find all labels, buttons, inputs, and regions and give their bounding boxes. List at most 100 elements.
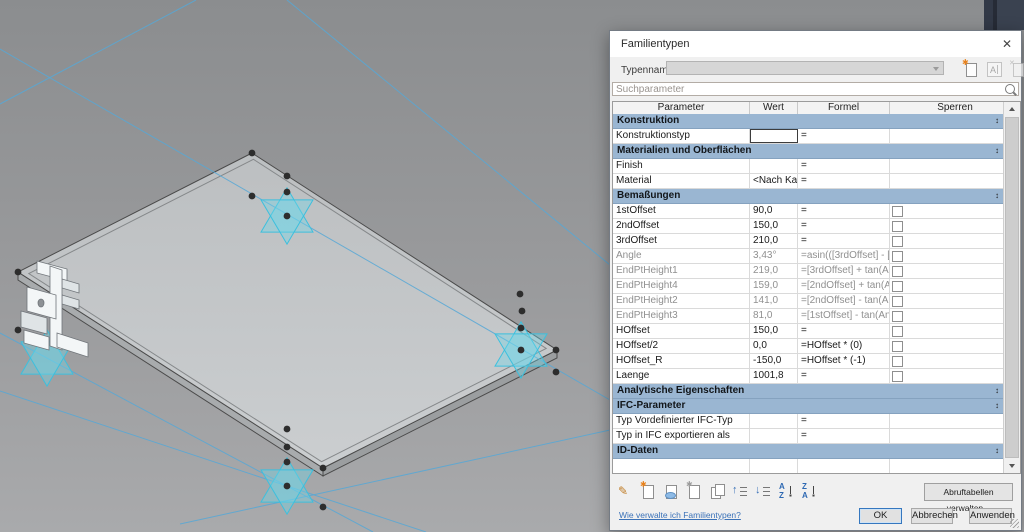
param-value-cell[interactable] (750, 414, 798, 428)
param-value-cell[interactable]: <Nach Ka (750, 174, 798, 188)
param-formula-cell[interactable]: =[3rdOffset] + tan(Angl (798, 264, 890, 278)
import-lookup-table-icon[interactable] (663, 483, 679, 499)
resize-grip[interactable] (1010, 519, 1019, 528)
param-formula-cell[interactable]: = (798, 429, 890, 443)
section-header[interactable]: Materialien und Oberflächen (613, 144, 1003, 159)
apply-button[interactable]: Anwenden (969, 508, 1012, 524)
lock-checkbox[interactable] (892, 206, 903, 217)
scroll-down-button[interactable] (1004, 458, 1020, 473)
table-row[interactable]: EndPtHeight381,0=[1stOffset] - tan(Angle… (613, 309, 1003, 324)
move-down-icon[interactable] (755, 483, 771, 499)
dialog-titlebar[interactable]: Familientypen (610, 31, 1021, 57)
param-value-cell[interactable]: 81,0 (750, 309, 798, 323)
section-collapse-icon[interactable] (995, 115, 999, 127)
section-collapse-icon[interactable] (995, 190, 999, 202)
param-formula-cell[interactable]: = (798, 174, 890, 188)
param-value-cell[interactable] (750, 129, 798, 143)
param-value-cell[interactable]: 159,0 (750, 279, 798, 293)
param-value-cell[interactable]: 1001,8 (750, 369, 798, 383)
typename-combobox[interactable] (666, 61, 944, 75)
param-formula-cell[interactable]: = (798, 369, 890, 383)
param-formula-cell[interactable]: = (798, 129, 890, 143)
table-row[interactable]: EndPtHeight2141,0=[2ndOffset] - tan(Angl… (613, 294, 1003, 309)
cancel-button[interactable]: Abbrechen (911, 508, 953, 524)
lock-checkbox[interactable] (892, 236, 903, 247)
section-collapse-icon[interactable] (995, 400, 999, 412)
param-formula-cell[interactable]: =HOffset * (-1) (798, 354, 890, 368)
lock-checkbox[interactable] (892, 221, 903, 232)
param-value-cell[interactable] (750, 159, 798, 173)
lock-checkbox[interactable] (892, 311, 903, 322)
table-row[interactable] (613, 459, 1003, 473)
sort-descending-icon[interactable] (801, 483, 817, 499)
param-formula-cell[interactable]: =[2ndOffset] + tan(Angl (798, 279, 890, 293)
table-row[interactable]: 2ndOffset150,0= (613, 219, 1003, 234)
lock-checkbox[interactable] (892, 356, 903, 367)
param-formula-cell[interactable]: = (798, 324, 890, 338)
param-formula-cell[interactable]: =[2ndOffset] - tan(Angle (798, 294, 890, 308)
lock-checkbox[interactable] (892, 326, 903, 337)
search-input[interactable]: Suchparameter (612, 82, 1019, 96)
table-row[interactable]: Finish= (613, 159, 1003, 174)
table-row[interactable]: Angle3,43°=asin(([3rdOffset] - [2nd (613, 249, 1003, 264)
param-value-cell[interactable]: -150,0 (750, 354, 798, 368)
new-type-button[interactable] (962, 61, 977, 76)
param-formula-cell[interactable]: = (798, 219, 890, 233)
lock-checkbox[interactable] (892, 296, 903, 307)
table-row[interactable]: HOffset_R-150,0=HOffset * (-1) (613, 354, 1003, 369)
param-formula-cell[interactable]: = (798, 234, 890, 248)
param-formula-cell[interactable]: =HOffset * (0) (798, 339, 890, 353)
delete-type-button[interactable] (1009, 61, 1024, 76)
section-header[interactable]: Analytische Eigenschaften (613, 384, 1003, 399)
param-formula-cell[interactable]: =asin(([3rdOffset] - [2nd (798, 249, 890, 263)
table-row[interactable]: EndPtHeight1219,0=[3rdOffset] + tan(Angl (613, 264, 1003, 279)
param-value-cell[interactable]: 210,0 (750, 234, 798, 248)
edit-parameter-icon[interactable] (617, 483, 633, 499)
table-row[interactable]: HOffset150,0= (613, 324, 1003, 339)
param-formula-cell[interactable] (798, 459, 890, 473)
help-link[interactable]: Wie verwalte ich Familientypen? (619, 510, 741, 520)
param-value-cell[interactable] (750, 459, 798, 473)
param-value-cell[interactable]: 150,0 (750, 219, 798, 233)
table-row[interactable]: Laenge1001,8= (613, 369, 1003, 384)
table-row[interactable]: HOffset/20,0=HOffset * (0) (613, 339, 1003, 354)
section-header[interactable]: Konstruktion (613, 114, 1003, 129)
param-value-cell[interactable]: 0,0 (750, 339, 798, 353)
param-value-cell[interactable]: 141,0 (750, 294, 798, 308)
table-scrollbar[interactable] (1003, 102, 1020, 473)
table-row[interactable]: Material<Nach Ka= (613, 174, 1003, 189)
table-row[interactable]: 3rdOffset210,0= (613, 234, 1003, 249)
duplicate-parameter-icon[interactable] (709, 483, 725, 499)
rename-type-button[interactable] (987, 62, 1002, 77)
lock-checkbox[interactable] (892, 281, 903, 292)
param-formula-cell[interactable]: = (798, 204, 890, 218)
param-value-cell[interactable]: 150,0 (750, 324, 798, 338)
table-row[interactable]: 1stOffset90,0= (613, 204, 1003, 219)
ok-button[interactable]: OK (859, 508, 902, 524)
manage-lookup-tables-button[interactable]: Abruftabellen verwalten... (924, 483, 1013, 501)
param-value-cell[interactable]: 219,0 (750, 264, 798, 278)
table-row[interactable]: Typ Vordefinierter IFC-Typ= (613, 414, 1003, 429)
table-row[interactable]: Typ in IFC exportieren als= (613, 429, 1003, 444)
lock-checkbox[interactable] (892, 371, 903, 382)
section-header[interactable]: ID-Daten (613, 444, 1003, 459)
param-value-cell[interactable] (750, 429, 798, 443)
sort-ascending-icon[interactable] (778, 483, 794, 499)
section-header[interactable]: IFC-Parameter (613, 399, 1003, 414)
param-formula-cell[interactable]: = (798, 414, 890, 428)
table-row[interactable]: EndPtHeight4159,0=[2ndOffset] + tan(Angl (613, 279, 1003, 294)
export-lookup-table-icon[interactable] (686, 483, 702, 499)
scrollbar-thumb[interactable] (1005, 117, 1019, 458)
lock-checkbox[interactable] (892, 266, 903, 277)
close-icon[interactable] (998, 35, 1016, 53)
param-formula-cell[interactable]: = (798, 159, 890, 173)
section-collapse-icon[interactable] (995, 445, 999, 457)
lock-checkbox[interactable] (892, 341, 903, 352)
param-value-cell[interactable]: 90,0 (750, 204, 798, 218)
table-row[interactable]: Konstruktionstyp= (613, 129, 1003, 144)
param-value-cell[interactable]: 3,43° (750, 249, 798, 263)
section-collapse-icon[interactable] (995, 385, 999, 397)
scroll-up-button[interactable] (1004, 102, 1020, 117)
lock-checkbox[interactable] (892, 251, 903, 262)
move-up-icon[interactable] (732, 483, 748, 499)
